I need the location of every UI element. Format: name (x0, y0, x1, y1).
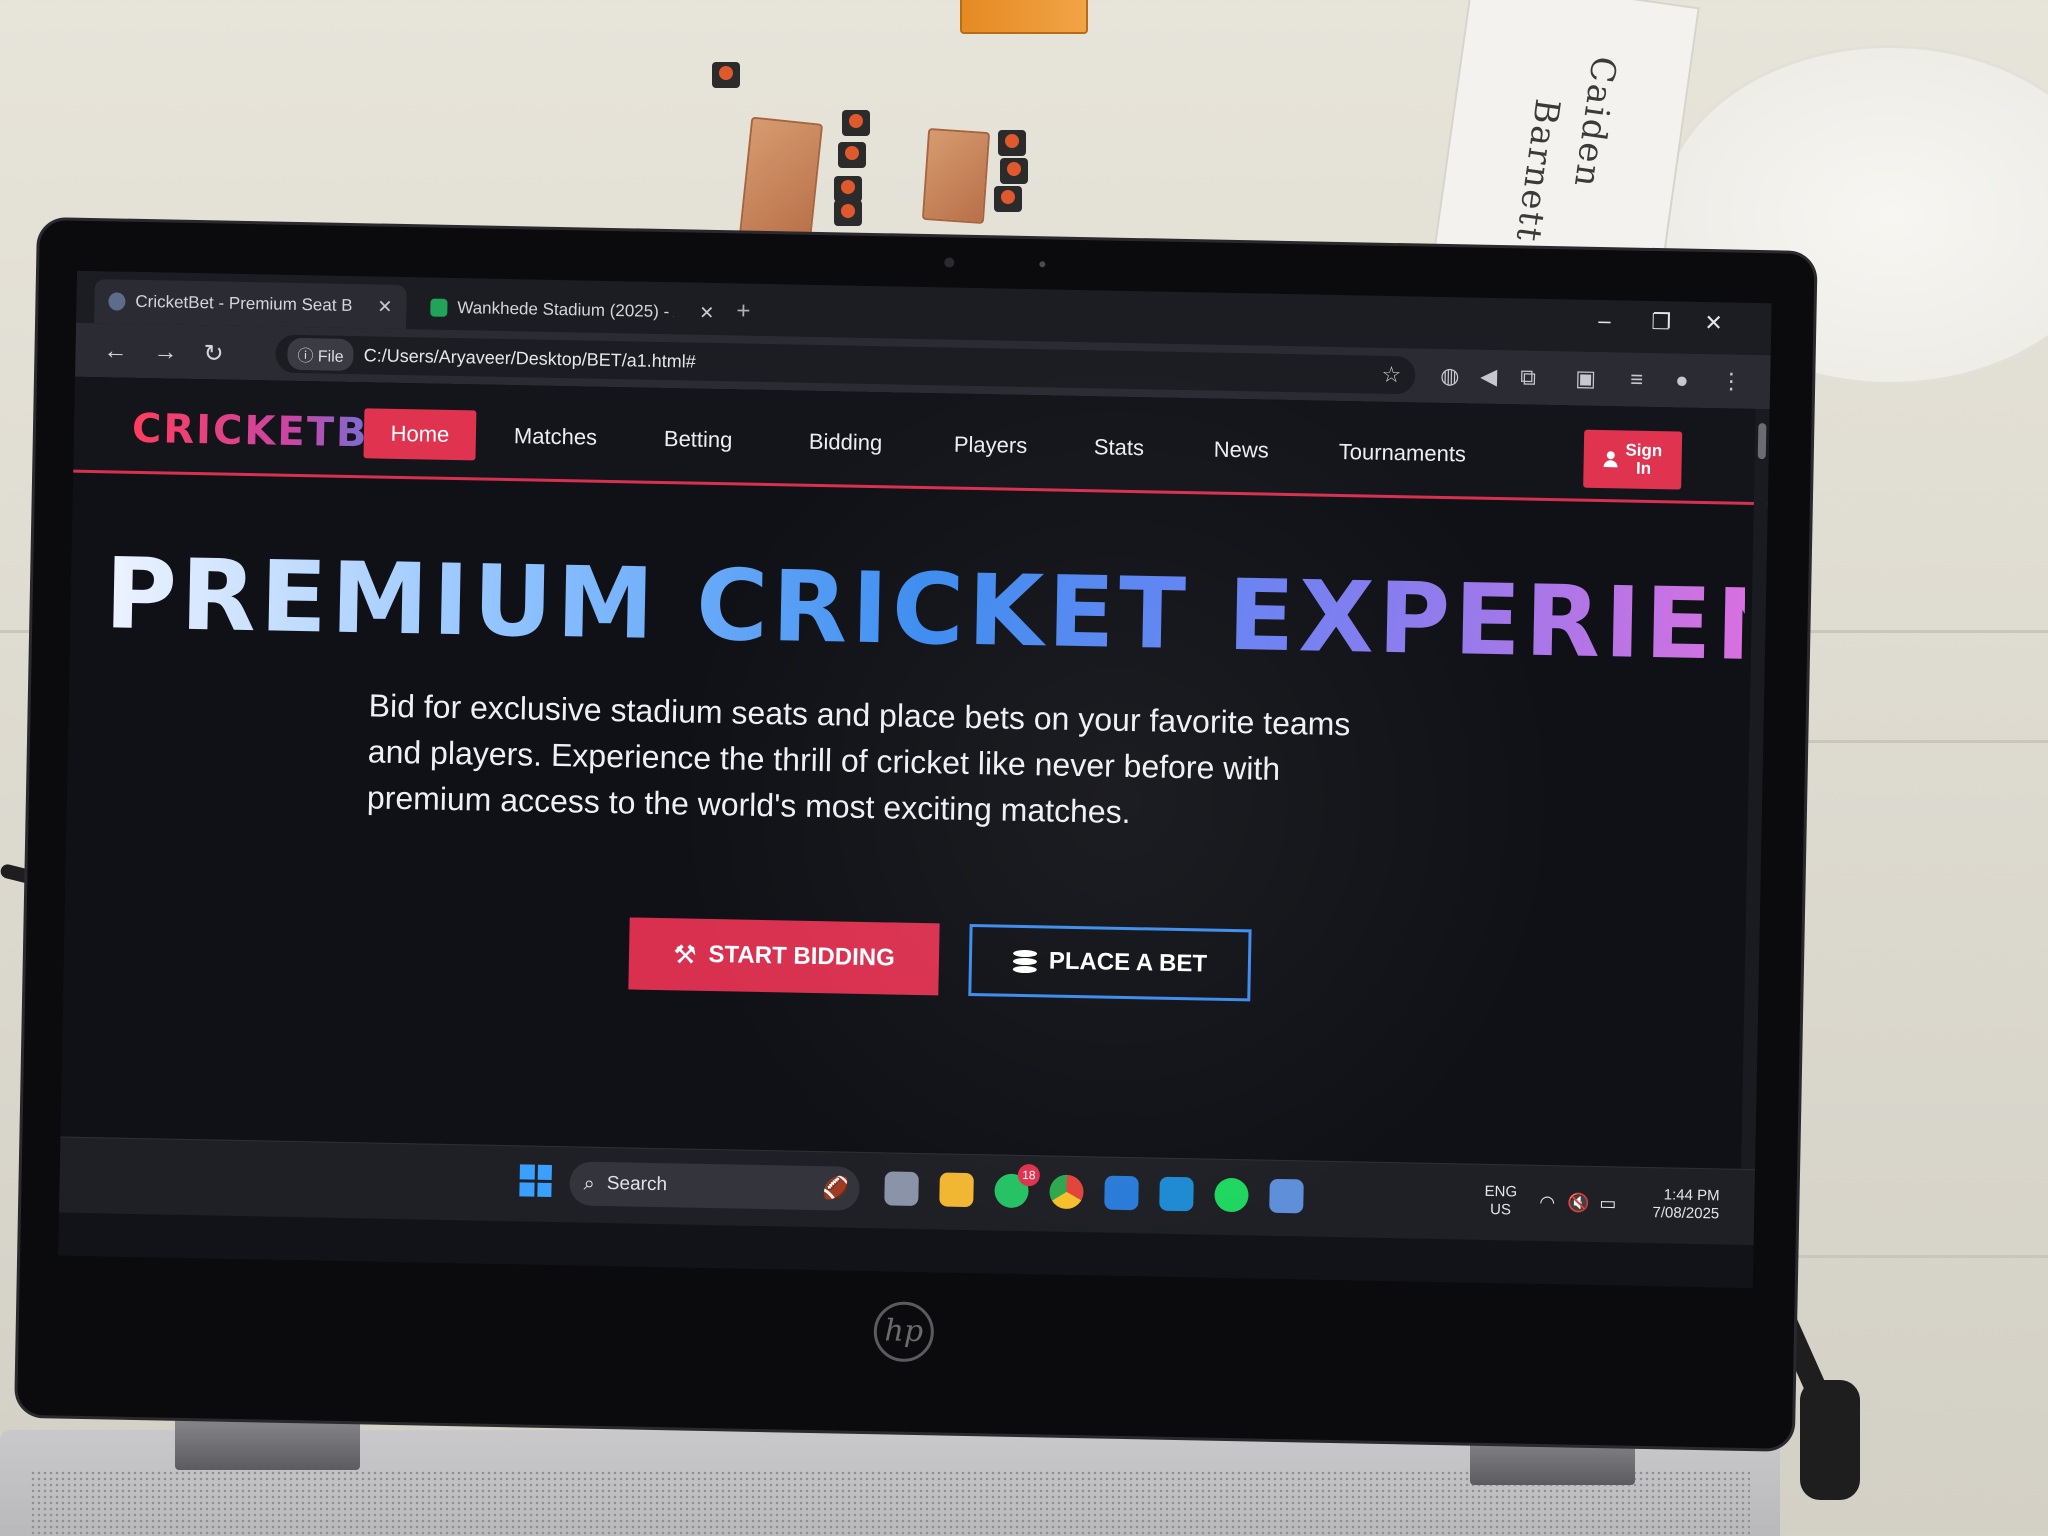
tab-cricketbet[interactable]: CricketBet - Premium Seat Bidd ✕ (94, 279, 407, 330)
file-chip-label: File (317, 348, 344, 366)
place-a-bet-label: PLACE A BET (1048, 947, 1208, 978)
forward-icon[interactable]: → (153, 338, 178, 366)
tab-title: CricketBet - Premium Seat Bidd (135, 291, 352, 316)
windows-start-icon[interactable] (519, 1164, 552, 1197)
hp-logo: hp (873, 1301, 935, 1363)
volume-muted-icon[interactable]: 🔇 (1567, 1193, 1590, 1214)
new-tab-button[interactable]: + (736, 297, 751, 325)
battery (960, 0, 1088, 34)
search-icon: ⌕ (583, 1172, 596, 1195)
copilot-icon[interactable] (1104, 1175, 1139, 1211)
language-line1: ENG (1484, 1182, 1518, 1201)
restore-icon[interactable]: ❐ (1651, 309, 1671, 335)
close-window-icon[interactable]: ✕ (1704, 310, 1723, 336)
nav-players[interactable]: Players (954, 432, 1028, 459)
screen: CricketBet - Premium Seat Bidd ✕ Wankhed… (58, 270, 1772, 1289)
camera-icon[interactable] (1269, 1178, 1304, 1214)
coins-icon (1012, 949, 1038, 974)
vscode-icon[interactable] (1159, 1176, 1194, 1212)
tab-favicon (108, 292, 126, 311)
name-card-last-name: Barnett (1507, 96, 1568, 246)
webcam-sensor (1039, 261, 1046, 268)
search-highlight-icon: 🏈 (821, 1175, 850, 1201)
hero-description: Bid for exclusive stadium seats and plac… (366, 687, 1351, 831)
bookmark-star-icon[interactable]: ☆ (1381, 362, 1401, 388)
nav-bidding[interactable]: Bidding (809, 429, 883, 456)
reload-icon[interactable]: ↻ (203, 339, 224, 368)
tactile-switch (842, 110, 870, 136)
menu-kebab-icon[interactable]: ⋮ (1720, 368, 1742, 394)
clock-time: 1:44 PM (1663, 1186, 1720, 1205)
place-a-bet-button[interactable]: PLACE A BET (968, 923, 1252, 1002)
language-line2: US (1489, 1201, 1512, 1219)
back-icon[interactable]: ← (103, 337, 128, 365)
taskbar-search-label: Search (606, 1173, 668, 1196)
nav-tournaments[interactable]: Tournaments (1339, 439, 1467, 467)
task-view-icon[interactable] (884, 1171, 919, 1207)
tactile-switch (712, 62, 740, 88)
nav-stats[interactable]: Stats (1094, 434, 1145, 461)
nav-betting[interactable]: Betting (664, 426, 733, 453)
nav-matches[interactable]: Matches (514, 423, 598, 451)
power-cable (1800, 1380, 1860, 1500)
close-tab-icon[interactable]: ✕ (699, 302, 714, 323)
pcb-board (738, 116, 824, 244)
user-icon (1603, 451, 1617, 467)
clock[interactable]: 1:44 PM 7/08/2025 (1639, 1186, 1720, 1224)
nav-home[interactable]: Home (363, 408, 477, 461)
side-panel-icon[interactable]: ▣ (1575, 366, 1596, 392)
floor-tile-line (1790, 740, 2048, 743)
spotify-icon[interactable] (1214, 1177, 1249, 1213)
tab-title: Wankhede Stadium (2025) - All (457, 298, 674, 322)
tactile-switch (994, 186, 1022, 212)
tactile-switch (1000, 158, 1028, 184)
taskbar-search[interactable]: ⌕ Search 🏈 (569, 1161, 860, 1211)
wifi-icon[interactable]: ◠ (1539, 1192, 1555, 1213)
extension-arrow-icon[interactable]: ◀ (1480, 364, 1497, 390)
tactile-switch (998, 130, 1026, 156)
extensions-puzzle-icon[interactable]: ⧉ (1520, 364, 1536, 390)
minimize-icon[interactable]: – (1598, 308, 1611, 334)
nav-news[interactable]: News (1214, 437, 1269, 464)
webcam (944, 257, 955, 268)
whatsapp-notification-badge: 18 (1017, 1163, 1041, 1187)
battery-icon[interactable]: ▭ (1599, 1193, 1616, 1214)
tactile-switch (834, 176, 862, 202)
tactile-switch (838, 142, 866, 168)
laptop-display: CricketBet - Premium Seat Bidd ✕ Wankhed… (17, 220, 1815, 1449)
language-indicator[interactable]: ENG US (1484, 1183, 1517, 1220)
gavel-icon: ⚒ (672, 938, 697, 970)
floor-tile-line (1790, 1255, 2048, 1258)
site-info-chip[interactable]: ⓘ File (287, 337, 355, 372)
tab-wankhede[interactable]: Wankhede Stadium (2025) - All ✕ (416, 285, 729, 335)
start-bidding-button[interactable]: ⚒ START BIDDING (628, 917, 940, 996)
scrollbar-thumb[interactable] (1757, 423, 1767, 460)
extension-globe-icon[interactable]: ◍ (1440, 363, 1460, 389)
tactile-switch (834, 200, 862, 226)
url-text[interactable]: C:/Users/Aryaveer/Desktop/BET/a1.html# (363, 345, 696, 372)
clock-date: 7/08/2025 (1652, 1204, 1720, 1223)
chrome-icon[interactable] (1049, 1174, 1084, 1210)
profile-avatar-icon[interactable]: ● (1675, 367, 1689, 393)
sign-in-label: Sign In (1625, 440, 1663, 478)
name-card-first-name: Caiden (1565, 53, 1624, 192)
close-tab-icon[interactable]: ✕ (377, 296, 392, 317)
web-page: CRICKETBET Home Matches Betting Bidding … (60, 376, 1772, 1170)
sign-in-button[interactable]: Sign In (1583, 429, 1683, 490)
sign-in-line1: Sign (1625, 440, 1663, 461)
pcb-board (921, 127, 991, 225)
sign-in-line2: In (1635, 458, 1652, 478)
file-explorer-icon[interactable] (939, 1172, 974, 1208)
tab-favicon (430, 298, 448, 317)
hero-title: PREMIUM CRICKET EXPERIENCE (103, 537, 1772, 687)
reading-list-icon[interactable]: ≡ (1630, 367, 1643, 393)
start-bidding-label: START BIDDING (708, 940, 896, 972)
